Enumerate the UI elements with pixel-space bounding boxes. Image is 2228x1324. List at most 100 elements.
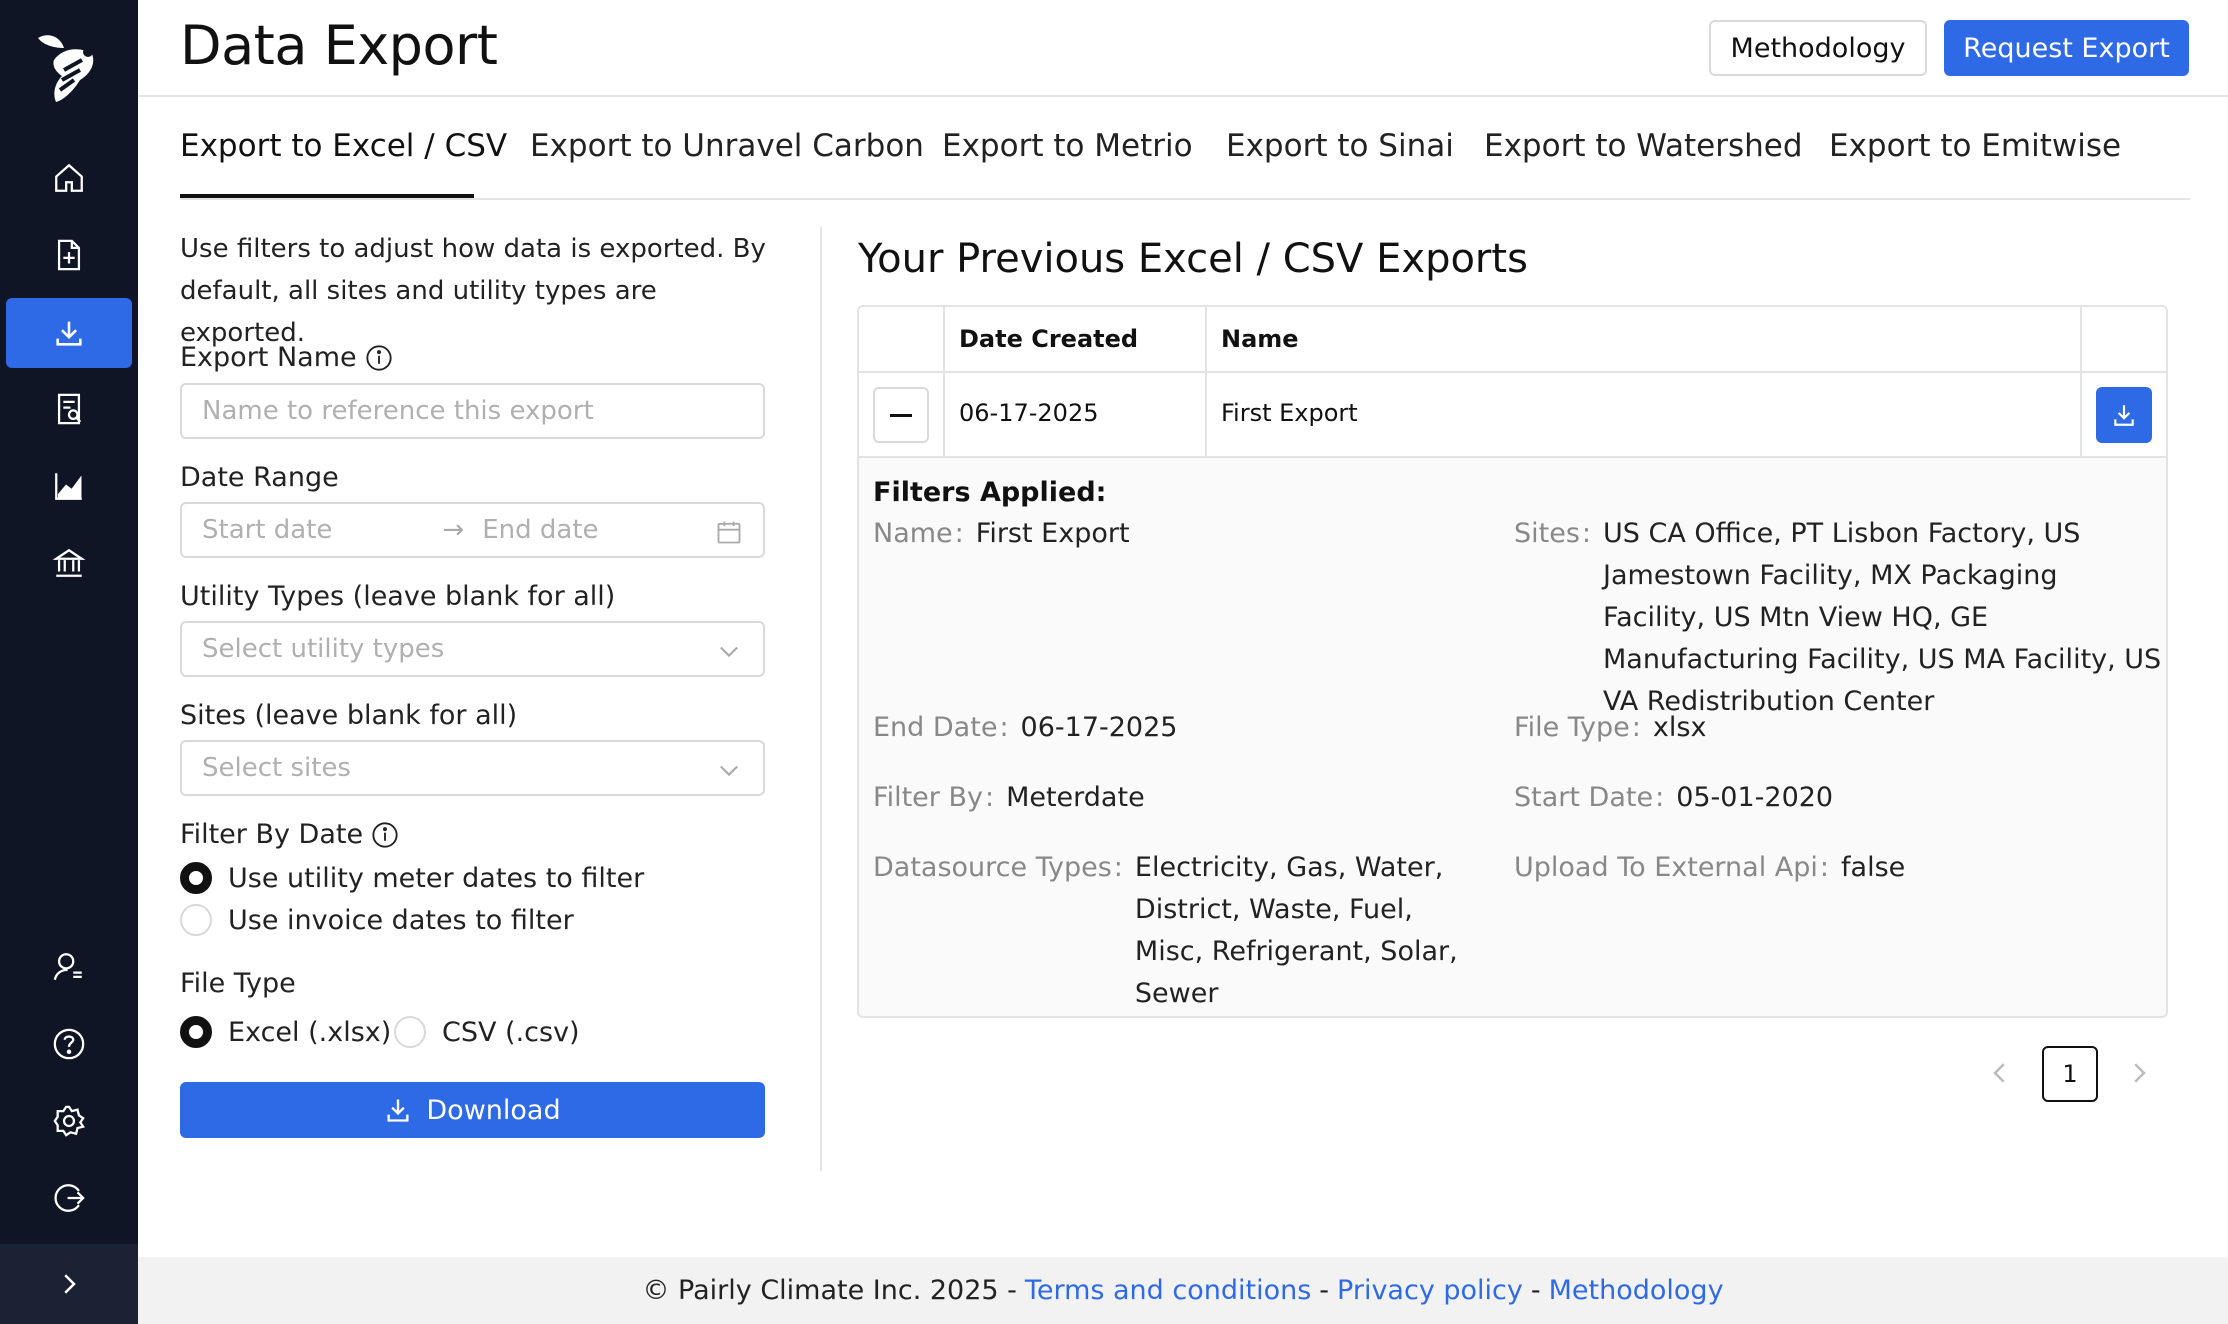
nav-analytics[interactable] [6, 451, 132, 521]
next-page-icon[interactable] [2124, 1058, 2154, 1088]
nav-report[interactable] [6, 374, 132, 444]
export-tabs: Export to Excel / CSV Export to Unravel … [180, 98, 2190, 200]
gear-icon [53, 1105, 86, 1137]
filter-end-date: End Date: 06-17-2025 [873, 712, 1178, 743]
filter-datasource-types: Datasource Types: Electricity, Gas, Wate… [873, 852, 1458, 1009]
column-divider [943, 307, 945, 371]
end-date-input[interactable]: End date [482, 515, 598, 545]
cell-name: First Export [1221, 399, 1358, 427]
radio-button[interactable] [394, 1016, 426, 1048]
logout-icon [54, 1184, 85, 1212]
column-divider [943, 373, 945, 456]
tab-emitwise[interactable]: Export to Emitwise [1829, 128, 2121, 164]
nav-settings[interactable] [6, 1086, 132, 1156]
column-divider [2080, 373, 2082, 456]
sites-select[interactable]: Select sites [180, 740, 765, 796]
table-row: 06-17-2025 First Export [859, 373, 2166, 458]
nav-data-export[interactable] [6, 298, 132, 368]
export-name-label: Export Name [180, 342, 393, 373]
request-export-button[interactable]: Request Export [1944, 20, 2189, 76]
download-icon [387, 1099, 409, 1122]
cell-date-created: 06-17-2025 [959, 399, 1099, 427]
start-date-input[interactable]: Start date [202, 515, 332, 545]
filter-file-type: File Type: xlsx [1514, 712, 1707, 743]
home-icon [55, 163, 83, 192]
radio-button-checked[interactable] [180, 862, 212, 894]
table-header: Date Created Name [859, 307, 2166, 373]
tab-metrio[interactable]: Export to Metrio [942, 128, 1193, 164]
radio-excel[interactable]: Excel (.xlsx) [180, 1016, 391, 1048]
chart-icon [55, 473, 82, 500]
filter-filter-by: Filter By: Meterdate [873, 782, 1145, 813]
previous-exports-title: Your Previous Excel / CSV Exports [858, 236, 1528, 282]
filter-upload-external-api: Upload To External Api: false [1514, 852, 1906, 883]
bee-logo[interactable] [34, 30, 104, 106]
terms-link[interactable]: Terms and conditions [1025, 1275, 1311, 1306]
tab-sinai[interactable]: Export to Sinai [1226, 128, 1454, 164]
copyright-text: © Pairly Climate Inc. 2025 - [642, 1275, 1017, 1306]
download-icon [56, 321, 82, 346]
footer-separator: - [1319, 1275, 1330, 1306]
utility-types-label: Utility Types (leave blank for all) [180, 581, 616, 612]
tab-unravel-carbon[interactable]: Export to Unravel Carbon [530, 128, 924, 164]
nav-financial[interactable] [6, 528, 132, 598]
row-download-button[interactable] [2096, 387, 2152, 443]
download-icon [2114, 405, 2134, 426]
nav-help[interactable] [6, 1009, 132, 1079]
file-type-label: File Type [180, 968, 296, 999]
download-button[interactable]: Download [180, 1082, 765, 1138]
arrow-right-icon: → [442, 515, 465, 545]
filters-applied-title: Filters Applied: [873, 477, 1107, 508]
radio-meter-dates[interactable]: Use utility meter dates to filter [180, 862, 644, 894]
page-number-button[interactable]: 1 [2042, 1046, 2098, 1102]
radio-csv[interactable]: CSV (.csv) [394, 1016, 580, 1048]
methodology-button[interactable]: Methodology [1709, 20, 1927, 76]
bank-icon [52, 548, 86, 577]
privacy-link[interactable]: Privacy policy [1337, 1275, 1523, 1306]
radio-button[interactable] [180, 904, 212, 936]
nav-home[interactable] [6, 143, 132, 213]
filter-by-date-label: Filter By Date [180, 819, 399, 850]
sites-label: Sites (leave blank for all) [180, 700, 518, 731]
sidebar [0, 0, 138, 1324]
sidebar-expand-button[interactable] [0, 1244, 138, 1324]
chevron-down-icon [720, 646, 738, 658]
chevron-right-icon [64, 1274, 76, 1294]
add-document-icon [57, 239, 81, 271]
filter-start-date: Start Date: 05-01-2020 [1514, 782, 1834, 813]
info-icon[interactable] [365, 344, 393, 372]
tab-excel-csv[interactable]: Export to Excel / CSV [180, 128, 507, 164]
radio-invoice-dates[interactable]: Use invoice dates to filter [180, 904, 574, 936]
nav-add-document[interactable] [6, 220, 132, 290]
user-settings-icon [53, 953, 82, 981]
collapse-row-button[interactable] [873, 387, 929, 443]
column-header-date-created[interactable]: Date Created [959, 325, 1138, 353]
nav-logout[interactable] [6, 1163, 132, 1233]
filter-name: Name: First Export [873, 518, 1130, 549]
report-icon [57, 393, 82, 425]
footer: © Pairly Climate Inc. 2025 - Terms and c… [138, 1257, 2228, 1324]
column-header-name[interactable]: Name [1221, 325, 1299, 353]
export-name-input[interactable]: Name to reference this export [180, 383, 765, 439]
previous-page-icon[interactable] [1985, 1058, 2015, 1088]
footer-separator: - [1530, 1275, 1541, 1306]
page-header: Data Export Methodology Request Export [138, 0, 2228, 97]
methodology-link[interactable]: Methodology [1549, 1275, 1724, 1306]
chevron-down-icon [720, 765, 738, 777]
column-divider [1205, 307, 1207, 371]
filter-sites: Sites: US CA Office, PT Lisbon Factory, … [1514, 518, 2162, 717]
calendar-icon [717, 521, 741, 544]
date-range-label: Date Range [180, 462, 339, 493]
form-intro: Use filters to adjust how data is export… [180, 234, 766, 348]
info-icon[interactable] [371, 821, 399, 849]
nav-user-settings[interactable] [6, 932, 132, 1002]
column-divider [2080, 307, 2082, 371]
page-title: Data Export [180, 14, 498, 77]
radio-button-checked[interactable] [180, 1016, 212, 1048]
active-tab-indicator [180, 194, 474, 198]
help-icon [53, 1028, 85, 1060]
column-divider [1205, 373, 1207, 456]
date-range-picker[interactable]: Start date → End date [180, 502, 765, 558]
utility-types-select[interactable]: Select utility types [180, 621, 765, 677]
tab-watershed[interactable]: Export to Watershed [1484, 128, 1803, 164]
